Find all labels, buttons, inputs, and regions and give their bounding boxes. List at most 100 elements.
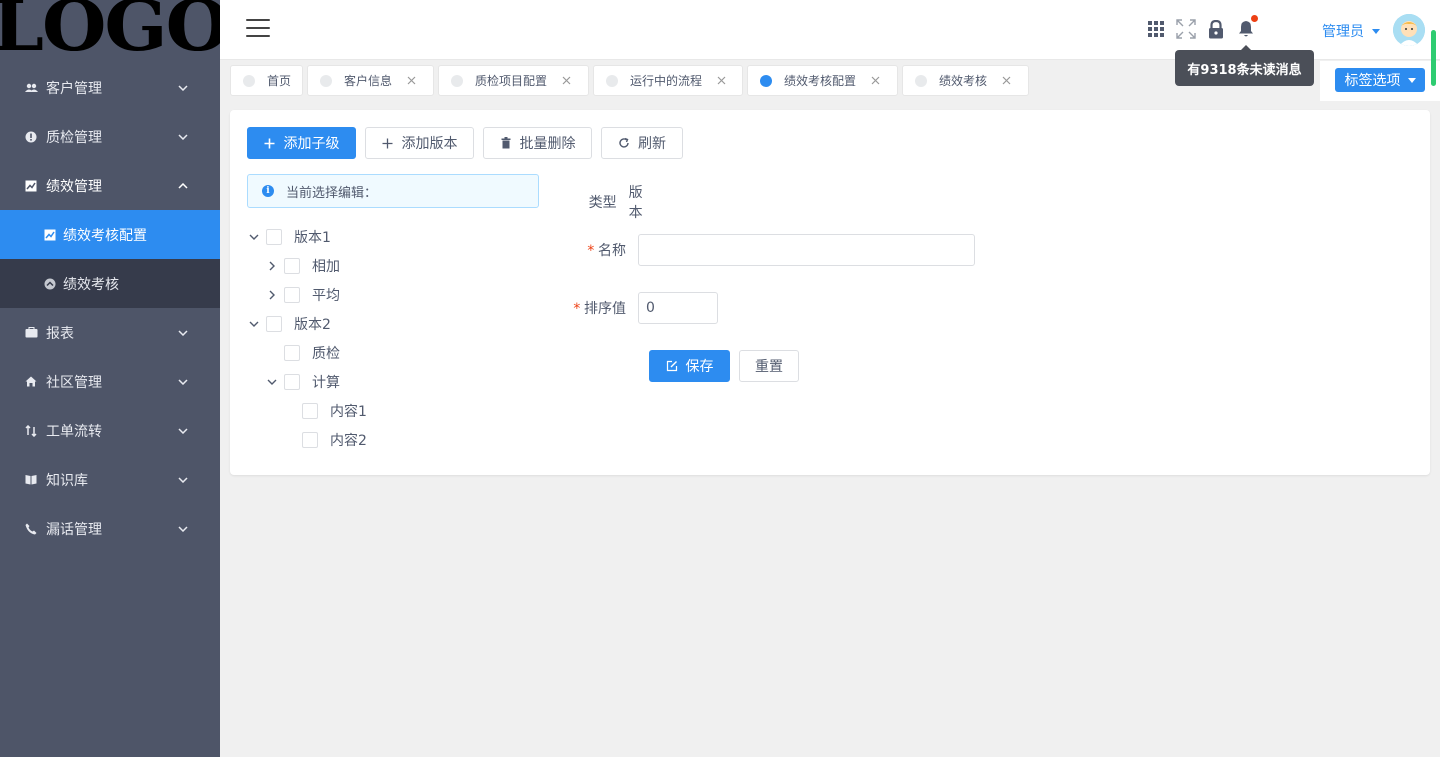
tab-dot [243,74,255,87]
tree-checkbox[interactable] [266,315,282,332]
close-icon[interactable] [716,76,726,86]
sidebar-item-workorder[interactable]: 工单流转 [0,406,220,455]
close-icon[interactable] [870,76,880,86]
tab-customer-info[interactable]: 客户信息 [307,65,434,96]
refresh-icon [618,137,630,149]
tab-home[interactable]: 首页 [230,65,303,96]
tree-node-label[interactable]: 内容1 [330,401,367,421]
unread-messages-tooltip: 有9318条未读消息 [1175,45,1314,86]
tab-label: 绩效考核配置 [784,74,857,88]
tree-node: 版本2 [247,309,367,338]
required-mark: * [572,301,581,317]
sort-input[interactable] [638,292,718,324]
chevron-down-icon [178,83,188,93]
scrollbar-indicator[interactable] [1431,30,1436,86]
bell-icon[interactable] [1236,15,1258,40]
sidebar-item-quality[interactable]: 质检管理 [0,112,220,161]
circle-up-icon [44,278,56,290]
tree-checkbox[interactable] [284,257,300,274]
refresh-button[interactable]: 刷新 [601,127,683,159]
chevron-right-icon[interactable] [265,288,279,302]
close-icon[interactable] [406,76,416,86]
chevron-down-icon[interactable] [247,230,261,244]
tree-checkbox[interactable] [284,286,300,303]
users-icon [24,81,38,95]
tab-performance-config[interactable]: 绩效考核配置 [747,65,898,96]
chevron-right-icon[interactable] [265,259,279,273]
sort-label-text: 排序值 [584,301,626,317]
apps-icon[interactable] [1146,18,1166,40]
notification-dot [1251,15,1258,22]
sidebar-item-community[interactable]: 社区管理 [0,357,220,406]
tab-dot [451,74,463,87]
chevron-down-icon [178,132,188,142]
tab-label: 首页 [267,74,292,88]
sidebar-item-label: 绩效考核配置 [63,227,147,244]
name-input[interactable] [638,234,975,266]
tree-node-label[interactable]: 内容2 [330,430,367,450]
tree-node: 版本1 [247,222,367,251]
button-label: 添加子级 [283,136,340,152]
tab-performance-assess[interactable]: 绩效考核 [902,65,1029,96]
tree-node-label[interactable]: 版本2 [294,314,331,334]
chevron-up-icon [178,181,188,191]
sidebar-item-label: 工单流转 [46,423,102,440]
tree-node-label[interactable]: 相加 [312,256,340,276]
tag-options-button[interactable]: 标签选项 [1335,68,1425,92]
fullscreen-icon[interactable] [1176,18,1196,40]
info-icon: i [262,185,274,197]
tab-dot [606,74,618,87]
sidebar-item-performance-config[interactable]: 绩效考核配置 [0,210,220,259]
sidebar-item-missed-call[interactable]: 漏话管理 [0,504,220,553]
tree-node-label[interactable]: 平均 [312,285,340,305]
briefcase-icon [24,326,38,340]
sidebar-item-knowledge[interactable]: 知识库 [0,455,220,504]
reset-button[interactable]: 重置 [739,350,799,382]
avatar[interactable] [1393,14,1425,46]
tree-node-label[interactable]: 版本1 [294,227,331,247]
tab-dot [915,74,927,87]
save-button[interactable]: 保存 [649,350,730,382]
sidebar-item-report[interactable]: 报表 [0,308,220,357]
close-icon[interactable] [1001,76,1011,86]
batch-delete-button[interactable]: 批量删除 [483,127,592,159]
chevron-down-icon [178,426,188,436]
sidebar-item-label: 绩效考核 [63,276,119,293]
lock-icon[interactable] [1206,18,1226,40]
chevron-down-icon[interactable] [247,317,261,331]
tree-checkbox[interactable] [302,431,318,448]
menu-toggle-icon[interactable] [246,19,270,39]
tree-checkbox[interactable] [266,228,282,245]
sidebar-item-performance-assess[interactable]: 绩效考核 [0,259,220,308]
tree-node: 内容2 [247,425,367,454]
chevron-down-icon[interactable] [265,375,279,389]
tab-label: 客户信息 [344,74,393,88]
toolbar: 添加子级 添加版本 批量删除 刷新 [247,127,692,159]
sidebar-item-label: 绩效管理 [46,178,102,195]
chevron-down-icon [178,524,188,534]
tab-running-process[interactable]: 运行中的流程 [593,65,743,96]
add-child-button[interactable]: 添加子级 [247,127,356,159]
user-dropdown[interactable]: 管理员 [1322,21,1380,41]
logo[interactable]: LOGO [0,0,220,63]
sidebar: LOGO 客户管理 质检管理 绩效管理 绩效考核配置 绩效考核 报表 社区管理 [0,0,220,757]
close-icon[interactable] [561,76,571,86]
tag-options-wrap: 标签选项 [1320,61,1440,101]
tab-dot [320,74,332,87]
sidebar-item-label: 报表 [46,325,74,342]
tree-checkbox[interactable] [302,402,318,419]
add-version-button[interactable]: 添加版本 [365,127,474,159]
sidebar-item-customer[interactable]: 客户管理 [0,63,220,112]
tree-checkbox[interactable] [284,373,300,390]
sidebar-item-performance[interactable]: 绩效管理 [0,161,220,210]
chart-icon [24,179,38,193]
tree-node-label[interactable]: 计算 [312,372,340,392]
info-circle-icon [24,130,38,144]
tree-checkbox[interactable] [284,344,300,361]
tree-node: 质检 [247,338,367,367]
sidebar-item-label: 客户管理 [46,80,102,97]
tab-quality-config[interactable]: 质检项目配置 [438,65,589,96]
tree-node-label[interactable]: 质检 [312,343,340,363]
home-icon [24,375,38,389]
